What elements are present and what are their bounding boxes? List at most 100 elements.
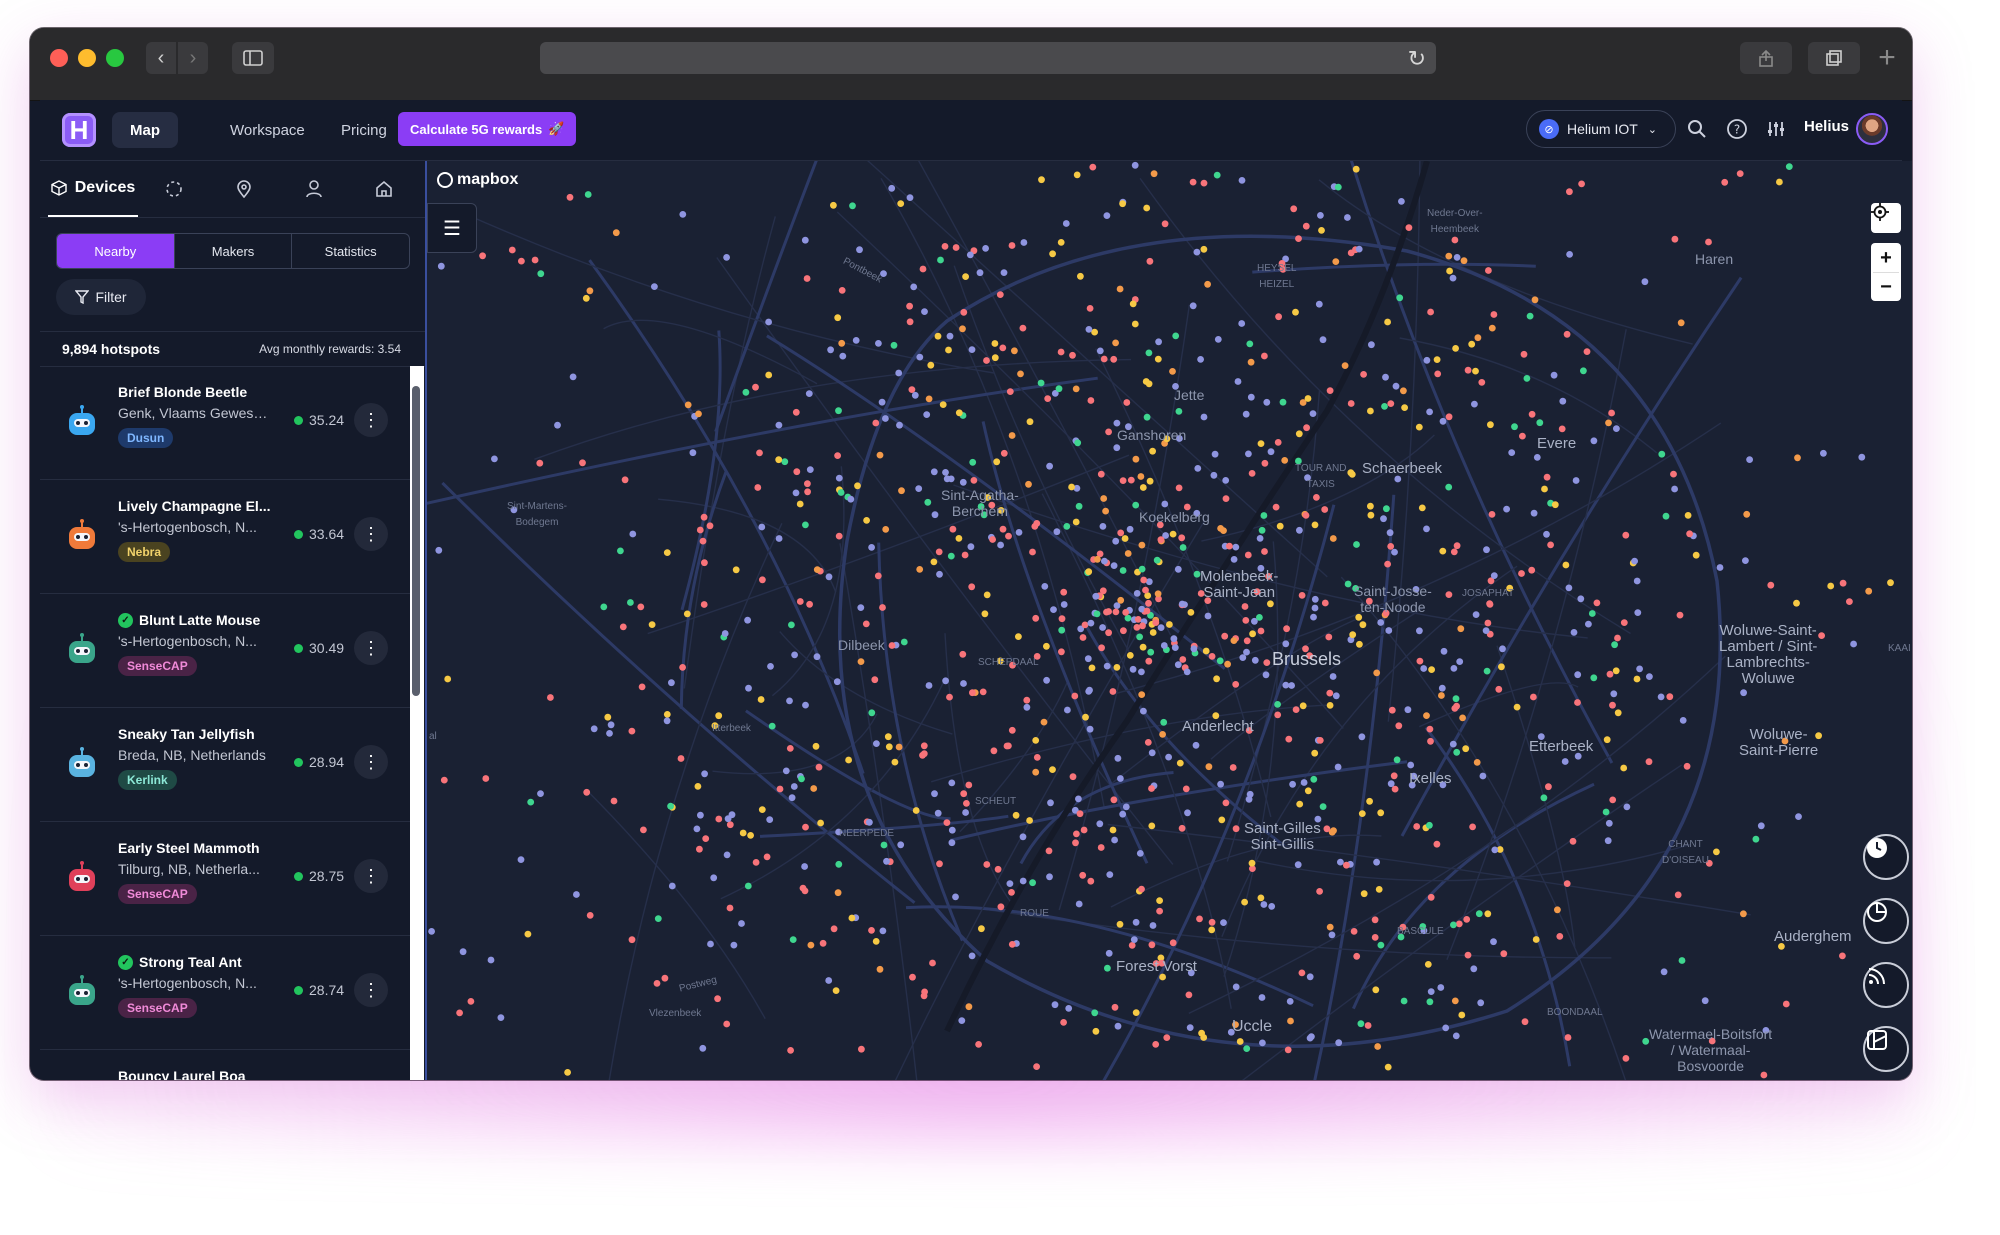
hotspot-dot[interactable]	[1113, 664, 1121, 671]
hotspot-dot[interactable]	[835, 474, 843, 482]
hotspot-dot[interactable]	[1023, 703, 1031, 711]
hotspot-dot[interactable]	[1413, 823, 1421, 830]
hotspot-dot[interactable]	[968, 952, 976, 960]
network-selector[interactable]: ⊘ Helium IOT ⌄	[1526, 110, 1676, 148]
hotspot-dot[interactable]	[653, 980, 661, 987]
hotspot-dot[interactable]	[1096, 347, 1104, 355]
hotspot-dot[interactable]	[745, 684, 752, 692]
hotspot-dot[interactable]	[1347, 469, 1355, 477]
hotspot-dot[interactable]	[1290, 205, 1298, 213]
hotspot-dot[interactable]	[1087, 619, 1095, 627]
hotspot-dot[interactable]	[1156, 897, 1163, 904]
hotspot-dot[interactable]	[1295, 235, 1302, 242]
hotspot-dot[interactable]	[1058, 626, 1066, 634]
hotspot-dot[interactable]	[1839, 579, 1847, 587]
hotspot-dot[interactable]	[1051, 1001, 1059, 1009]
hotspot-dot[interactable]	[873, 740, 880, 747]
hotspot-dot[interactable]	[978, 925, 985, 933]
hotspot-dot[interactable]	[1405, 224, 1413, 231]
hotspot-dot[interactable]	[638, 683, 646, 691]
hotspot-dot[interactable]	[1071, 692, 1079, 700]
hotspot-dot[interactable]	[830, 925, 838, 933]
hotspot-dot[interactable]	[1523, 375, 1531, 382]
hotspot-dot[interactable]	[518, 257, 525, 265]
hotspot-dot[interactable]	[1453, 542, 1461, 550]
hotspot-dot[interactable]	[1574, 671, 1582, 679]
helium-logo[interactable]: H	[62, 113, 96, 147]
hotspot-dot[interactable]	[1029, 548, 1036, 556]
hotspot-dot[interactable]	[1112, 608, 1120, 616]
hotspot-dot[interactable]	[1122, 609, 1130, 616]
hotspot-dot[interactable]	[1119, 567, 1127, 574]
hotspot-dot[interactable]	[1060, 601, 1068, 608]
hotspot-dot[interactable]	[1046, 462, 1053, 470]
hotspot-dot[interactable]	[1334, 763, 1342, 771]
more-options-button[interactable]: ⋮	[354, 631, 388, 665]
hotspot-dot[interactable]	[1169, 368, 1176, 375]
hotspot-dot[interactable]	[1153, 556, 1161, 564]
hotspot-dot[interactable]	[994, 865, 1002, 873]
hotspot-dot[interactable]	[1140, 707, 1147, 715]
hotspot-dot[interactable]	[1377, 619, 1385, 626]
hotspot-dot[interactable]	[1349, 631, 1357, 639]
hotspot-dot[interactable]	[1208, 918, 1216, 926]
hotspot-dot[interactable]	[1038, 176, 1045, 184]
hotspot-dot[interactable]	[802, 521, 809, 529]
hotspot-dot[interactable]	[787, 1047, 794, 1054]
hotspot-dot[interactable]	[931, 790, 938, 798]
hotspot-dot[interactable]	[1020, 239, 1028, 246]
hotspot-dot[interactable]	[962, 273, 969, 280]
hotspot-dot[interactable]	[1079, 871, 1087, 879]
hotspot-dot[interactable]	[1487, 421, 1494, 429]
hotspot-dot[interactable]	[1325, 633, 1333, 641]
hotspot-dot[interactable]	[1398, 198, 1405, 205]
hotspot-dot[interactable]	[1795, 813, 1802, 820]
hotspot-dot[interactable]	[1569, 837, 1577, 845]
hotspot-dot[interactable]	[1374, 1043, 1382, 1050]
hotspot-dot[interactable]	[1142, 586, 1149, 594]
hotspot-dot[interactable]	[792, 489, 800, 497]
hotspot-dot[interactable]	[1713, 848, 1720, 856]
hotspot-dot[interactable]	[1490, 311, 1498, 318]
hotspot-dot[interactable]	[1156, 907, 1163, 915]
hotspot-dot[interactable]	[1019, 833, 1027, 841]
hotspot-dot[interactable]	[948, 826, 956, 834]
hotspot-dot[interactable]	[1776, 178, 1783, 186]
hotspot-dot[interactable]	[1577, 595, 1585, 603]
hotspot-dot[interactable]	[1008, 432, 1016, 439]
hotspot-dot[interactable]	[1608, 409, 1615, 417]
hotspot-dot[interactable]	[1488, 511, 1496, 518]
hotspot-dot[interactable]	[1134, 616, 1142, 623]
hotspot-dot[interactable]	[730, 941, 738, 949]
hotspot-dot[interactable]	[467, 998, 475, 1005]
hotspot-dot[interactable]	[1126, 652, 1134, 659]
hotspot-dot[interactable]	[1298, 592, 1306, 599]
hotspot-dot[interactable]	[1105, 608, 1112, 615]
hotspot-dot[interactable]	[715, 712, 723, 720]
hotspot-dot[interactable]	[930, 468, 938, 476]
hotspot-dot[interactable]	[1391, 785, 1399, 793]
hotspot-dot[interactable]	[1384, 560, 1391, 568]
hotspot-dot[interactable]	[1238, 320, 1246, 327]
address-bar[interactable]: ↻	[540, 42, 1436, 74]
hotspot-dot[interactable]	[878, 398, 886, 406]
hotspot-dot[interactable]	[1178, 534, 1186, 542]
hotspot-dot[interactable]	[1064, 706, 1071, 714]
hotspot-dot[interactable]	[1850, 640, 1857, 648]
hotspot-dot[interactable]	[1172, 332, 1180, 340]
hotspot-dot[interactable]	[1304, 787, 1312, 795]
hotspot-dot[interactable]	[1257, 894, 1265, 902]
hotspot-dot[interactable]	[1058, 648, 1065, 656]
hotspot-dot[interactable]	[969, 458, 977, 466]
hotspot-dot[interactable]	[1478, 379, 1486, 386]
hotspot-dot[interactable]	[1282, 640, 1290, 648]
hotspot-dot[interactable]	[1232, 681, 1240, 688]
device-name-row[interactable]: Bouncy Laurel Boa	[118, 1068, 246, 1080]
hotspot-dot[interactable]	[1175, 408, 1183, 415]
hotspot-dot[interactable]	[1160, 718, 1168, 726]
hotspot-dot[interactable]	[1119, 477, 1127, 484]
hotspot-dot[interactable]	[1093, 610, 1101, 618]
hotspot-dot[interactable]	[1289, 780, 1296, 788]
hotspot-dot[interactable]	[959, 650, 967, 658]
hotspot-dot[interactable]	[1072, 839, 1079, 847]
